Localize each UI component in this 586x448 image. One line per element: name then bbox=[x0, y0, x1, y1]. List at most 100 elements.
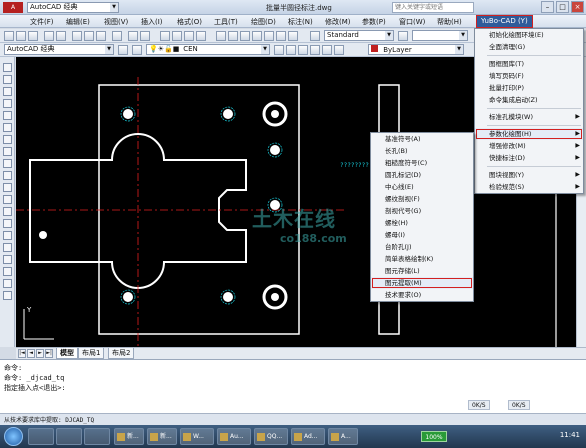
dim-style-select[interactable]: ▼ bbox=[412, 30, 468, 41]
param-submenu-item[interactable]: 长孔(B) bbox=[371, 145, 473, 157]
circle-icon[interactable] bbox=[3, 135, 12, 144]
yubo-menu-item[interactable]: 标准孔模块(W) ▶ bbox=[475, 111, 583, 123]
line-icon[interactable] bbox=[3, 63, 12, 72]
sheet-set-icon[interactable] bbox=[252, 31, 262, 41]
tab-model[interactable]: 模型 bbox=[56, 348, 78, 359]
add-selected-icon[interactable] bbox=[3, 291, 12, 300]
text-style-icon[interactable] bbox=[310, 31, 320, 41]
param-submenu-item[interactable]: 剖视代号(G) bbox=[371, 205, 473, 217]
undo-icon[interactable] bbox=[172, 2, 182, 13]
properties-icon[interactable] bbox=[216, 31, 226, 41]
param-submenu-item[interactable]: 图元存储(L) bbox=[371, 265, 473, 277]
layer-select[interactable]: 💡☀🔓■ CEN ▼ bbox=[146, 44, 270, 55]
menu-file[interactable]: 文件(F) bbox=[30, 17, 54, 27]
param-submenu-item[interactable]: 图元提取(M) bbox=[371, 277, 473, 289]
redo-icon[interactable] bbox=[140, 31, 150, 41]
tab-layout2[interactable]: 布局2 bbox=[108, 348, 135, 359]
preview-icon[interactable] bbox=[56, 31, 66, 41]
dimension-style-icon[interactable] bbox=[398, 31, 408, 41]
menu-dimension[interactable]: 标注(N) bbox=[288, 17, 313, 27]
yubo-menu-item[interactable]: 初始化绘图环境(E) bbox=[475, 29, 583, 41]
yubo-menu-item[interactable]: 图块视图(Y) ▶ bbox=[475, 169, 583, 181]
maximize-icon[interactable]: □ bbox=[556, 1, 569, 13]
rectangle-icon[interactable] bbox=[3, 111, 12, 120]
menu-insert[interactable]: 插入(I) bbox=[141, 17, 163, 27]
menu-draw[interactable]: 绘图(D) bbox=[251, 17, 276, 27]
gradient-icon[interactable] bbox=[3, 243, 12, 252]
region-icon[interactable] bbox=[3, 255, 12, 264]
yubo-menu-item[interactable]: 命令集成启动(Z) bbox=[475, 94, 583, 106]
make-current-layer-icon[interactable] bbox=[274, 45, 284, 55]
polyline-icon[interactable] bbox=[3, 87, 12, 96]
layer-off-icon[interactable] bbox=[334, 45, 344, 55]
start-button[interactable] bbox=[4, 427, 23, 446]
ellipse-arc-icon[interactable] bbox=[3, 183, 12, 192]
pan-icon[interactable] bbox=[160, 31, 170, 41]
param-submenu-item[interactable]: 台阶孔(J) bbox=[371, 241, 473, 253]
polygon-icon[interactable] bbox=[3, 99, 12, 108]
text-style-select[interactable]: Standard ▼ bbox=[324, 30, 394, 41]
param-submenu-item[interactable]: 中心线(E) bbox=[371, 181, 473, 193]
layer-isolate-icon[interactable] bbox=[298, 45, 308, 55]
workspace-select-toolbar[interactable]: AutoCAD 经典 ▼ bbox=[4, 44, 114, 55]
param-submenu-item[interactable]: 螺母(I) bbox=[371, 229, 473, 241]
menu-window[interactable]: 窗口(W) bbox=[399, 17, 425, 27]
new-icon[interactable] bbox=[4, 31, 14, 41]
zoom-indicator[interactable]: 100% bbox=[421, 431, 447, 442]
yubo-menu-item[interactable]: 检验规范(S) ▶ bbox=[475, 181, 583, 193]
explorer-icon[interactable] bbox=[28, 428, 54, 445]
hatch-icon[interactable] bbox=[3, 231, 12, 240]
layer-manager-icon[interactable] bbox=[132, 45, 142, 55]
prev-tab-icon[interactable]: ◄ bbox=[27, 349, 35, 358]
app-icon[interactable] bbox=[84, 428, 110, 445]
close-icon[interactable]: × bbox=[571, 1, 584, 13]
design-center-icon[interactable] bbox=[228, 31, 238, 41]
construction-line-icon[interactable] bbox=[3, 75, 12, 84]
paste-icon[interactable] bbox=[96, 31, 106, 41]
menu-view[interactable]: 视图(V) bbox=[104, 17, 128, 27]
task-item[interactable]: 新... bbox=[114, 428, 144, 445]
task-item[interactable]: 新... bbox=[147, 428, 177, 445]
yubo-menu-item[interactable]: 图框图库(T) bbox=[475, 58, 583, 70]
help-icon[interactable] bbox=[288, 31, 298, 41]
table-icon[interactable] bbox=[3, 267, 12, 276]
open-icon[interactable] bbox=[16, 31, 26, 41]
task-item[interactable]: Au... bbox=[217, 428, 251, 445]
task-item[interactable]: A... bbox=[328, 428, 358, 445]
task-item[interactable]: QQ... bbox=[254, 428, 288, 445]
layer-previous-icon[interactable] bbox=[286, 45, 296, 55]
color-select[interactable]: ByLayer ▼ bbox=[368, 44, 464, 55]
mtext-icon[interactable] bbox=[3, 279, 12, 288]
yubo-menu-item[interactable]: 增强修改(M) ▶ bbox=[475, 140, 583, 152]
yubo-menu-item[interactable]: 全面清理(G) bbox=[475, 41, 583, 53]
autocad-logo-icon[interactable]: A bbox=[3, 2, 23, 13]
zoom-realtime-icon[interactable] bbox=[172, 31, 182, 41]
yubo-menu-item[interactable]: 填写页码(F) bbox=[475, 70, 583, 82]
plot-icon[interactable] bbox=[44, 31, 54, 41]
menu-tools[interactable]: 工具(T) bbox=[214, 17, 238, 27]
menu-edit[interactable]: 编辑(E) bbox=[66, 17, 90, 27]
markup-icon[interactable] bbox=[264, 31, 274, 41]
param-submenu-item[interactable]: 基准符号(A) bbox=[371, 133, 473, 145]
menu-help[interactable]: 帮助(H) bbox=[437, 17, 462, 27]
param-submenu-item[interactable]: 螺栓(H) bbox=[371, 217, 473, 229]
menu-parametric[interactable]: 参数(P) bbox=[362, 17, 386, 27]
point-icon[interactable] bbox=[3, 219, 12, 228]
workspace-select[interactable]: AutoCAD 经典 ▼ bbox=[27, 2, 119, 13]
arc-icon[interactable] bbox=[3, 123, 12, 132]
insert-block-icon[interactable] bbox=[3, 195, 12, 204]
task-item[interactable]: Ad... bbox=[291, 428, 325, 445]
open-file-icon[interactable] bbox=[140, 2, 150, 13]
task-item[interactable]: W... bbox=[180, 428, 214, 445]
undo-icon[interactable] bbox=[128, 31, 138, 41]
menu-format[interactable]: 格式(O) bbox=[177, 17, 202, 27]
param-submenu-item[interactable]: 圆孔标记(D) bbox=[371, 169, 473, 181]
save-icon[interactable] bbox=[28, 31, 38, 41]
param-submenu-item[interactable]: 技术要求(O) bbox=[371, 289, 473, 301]
save-icon[interactable] bbox=[156, 2, 166, 13]
yubo-menu-item[interactable]: 批量打印(P) bbox=[475, 82, 583, 94]
workspace-settings-icon[interactable] bbox=[118, 45, 128, 55]
zoom-window-icon[interactable] bbox=[184, 31, 194, 41]
redo-icon[interactable] bbox=[188, 2, 198, 13]
command-line[interactable]: 命令: 命令: _djcad_tq 指定插入点<退出>: 0K/S 0K/S bbox=[0, 359, 586, 413]
